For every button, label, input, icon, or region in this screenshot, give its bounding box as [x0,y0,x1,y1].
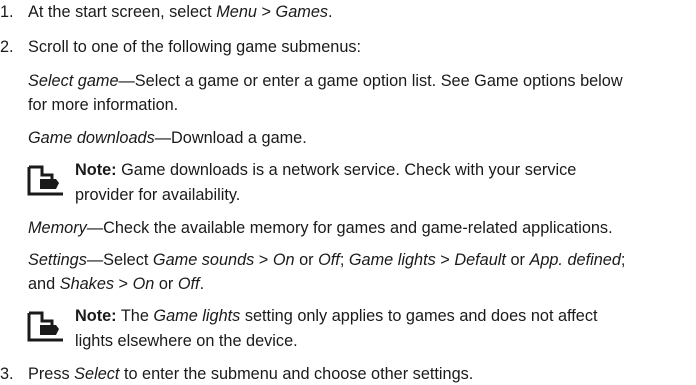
step-3: 3. Press Select to enter the submenu and … [0,365,474,383]
submenu-settings-cont: and Shakes > On or Off. [28,275,205,293]
note-2-line-1: Note: The Game lights setting only appli… [75,307,598,325]
step-number: 1. [0,3,14,21]
select-term: Select [74,365,120,383]
games-term: Games [275,3,329,21]
step-2: 2. Scroll to one of the following game su… [0,38,362,56]
submenu-select-game: Select game—Select a game or enter a gam… [28,72,623,90]
submenu-settings: Settings—Select Game sounds > On or Off;… [28,251,626,269]
note-icon [27,165,63,196]
note-label: Note: [75,161,117,179]
step-number: 3. [0,365,14,383]
submenu-select-game-cont: for more information. [28,96,179,114]
step-number: 2. [0,38,14,56]
submenu-game-downloads: Game downloads—Download a game. [28,129,307,147]
note-2-line-2: lights elsewhere on the device. [75,332,298,350]
note-1-line-1: Note: Game downloads is a network servic… [75,161,577,179]
submenu-memory: Memory—Check the available memory for ga… [28,219,613,237]
note-label: Note: [75,307,117,325]
note-icon [27,311,63,342]
note-1-line-2: provider for availability. [75,186,241,204]
menu-term: Menu [216,3,257,21]
step-1: 1. At the start screen, select Menu > Gam… [0,3,333,21]
